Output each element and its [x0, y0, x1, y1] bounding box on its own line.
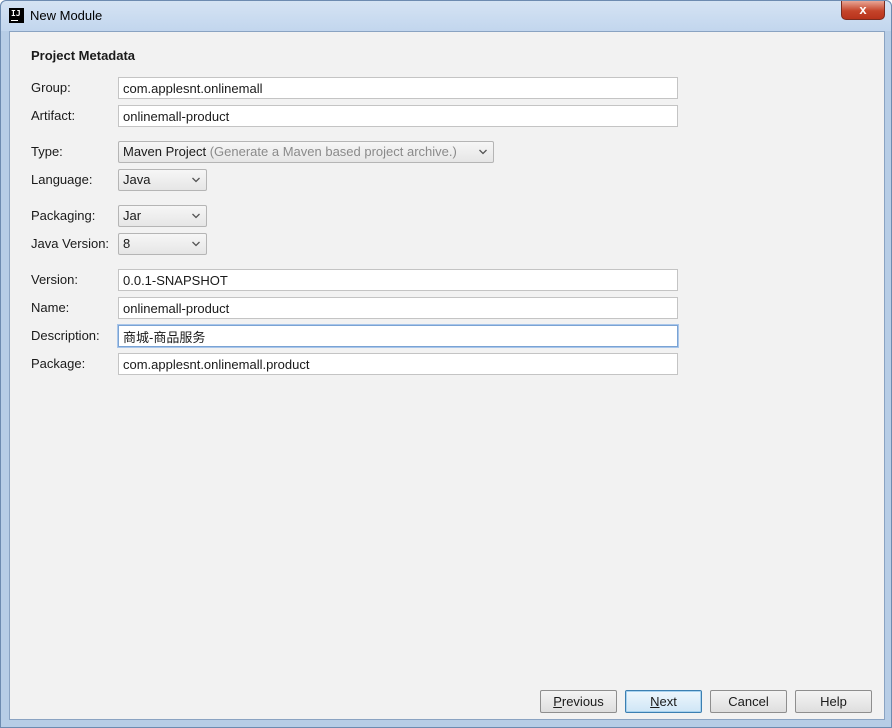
artifact-field[interactable] — [118, 105, 678, 127]
window-title: New Module — [30, 8, 103, 23]
java-version-select[interactable]: 8 — [118, 233, 207, 255]
dialog-content: Project Metadata Group: Artifact: Type: … — [9, 31, 885, 720]
previous-label: revious — [561, 694, 604, 709]
new-module-dialog: IJ New Module x Project Metadata Group: … — [0, 0, 892, 728]
title-bar[interactable]: IJ New Module x — [1, 1, 891, 31]
package-field[interactable] — [118, 353, 678, 375]
type-value: Maven Project — [123, 144, 207, 159]
language-select[interactable]: Java — [118, 169, 207, 191]
help-button[interactable]: Help — [795, 690, 872, 713]
group-field[interactable] — [118, 77, 678, 99]
version-field[interactable] — [118, 269, 678, 291]
close-button[interactable]: x — [841, 1, 885, 20]
intellij-icon: IJ — [9, 8, 24, 23]
version-label: Version: — [31, 272, 78, 287]
name-field[interactable] — [118, 297, 678, 319]
packaging-value: Jar — [123, 208, 142, 223]
java-version-label: Java Version: — [31, 236, 110, 251]
name-label: Name: — [31, 300, 70, 315]
type-label: Type: — [31, 144, 63, 159]
type-select[interactable]: Maven Project (Generate a Maven based pr… — [118, 141, 494, 163]
language-label: Language: — [31, 172, 93, 187]
chevron-down-icon — [192, 241, 200, 247]
cancel-button[interactable]: Cancel — [710, 690, 787, 713]
type-hint: (Generate a Maven based project archive.… — [209, 144, 457, 159]
chevron-down-icon — [192, 213, 200, 219]
next-mnemonic: N — [650, 694, 660, 709]
chevron-down-icon — [192, 177, 200, 183]
previous-button[interactable]: Previous — [540, 690, 617, 713]
java-version-value: 8 — [123, 236, 131, 251]
artifact-label: Artifact: — [31, 108, 76, 123]
language-value: Java — [123, 172, 151, 187]
next-label: ext — [659, 694, 677, 709]
close-icon: x — [859, 2, 867, 17]
packaging-select[interactable]: Jar — [118, 205, 207, 227]
section-title: Project Metadata — [31, 48, 136, 63]
chevron-down-icon — [479, 149, 487, 155]
package-label: Package: — [31, 356, 86, 371]
previous-mnemonic: P — [553, 694, 562, 709]
packaging-label: Packaging: — [31, 208, 96, 223]
description-field[interactable] — [118, 325, 678, 347]
description-label: Description: — [31, 328, 100, 343]
group-label: Group: — [31, 80, 71, 95]
next-button[interactable]: Next — [625, 690, 702, 713]
